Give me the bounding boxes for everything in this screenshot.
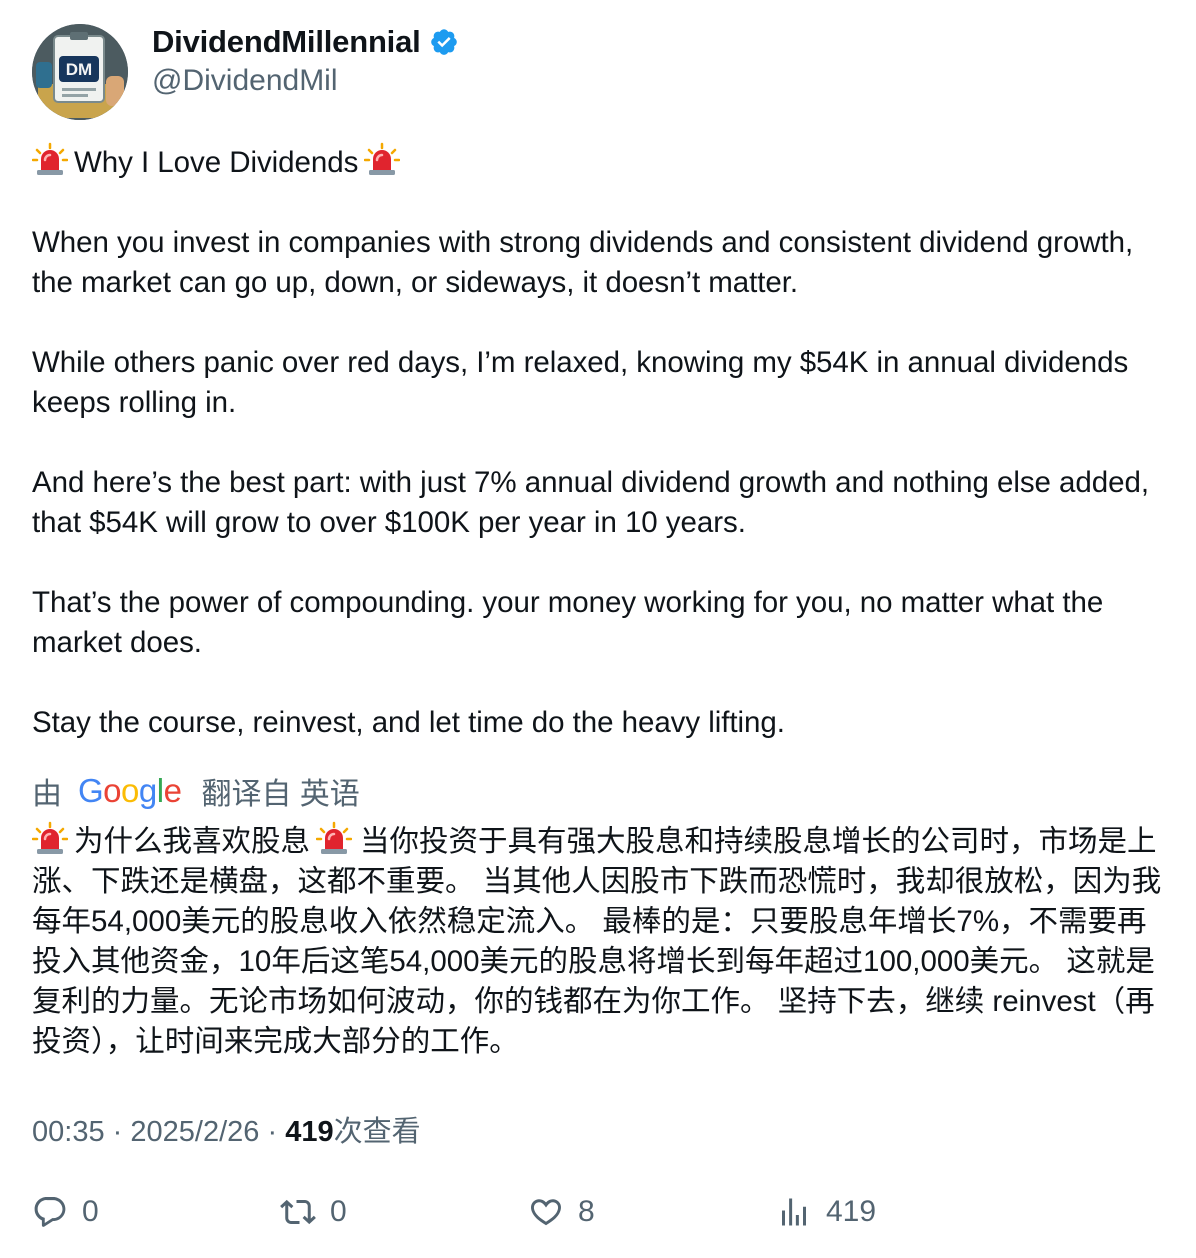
police-light-siren-icon: [31, 142, 69, 178]
tweet-title: Why I Love Dividends: [74, 146, 359, 179]
translation-attribution[interactable]: 由 Google 翻译自 英语: [32, 771, 1166, 811]
avatar[interactable]: DM: [32, 24, 128, 120]
reply-icon: [34, 1197, 66, 1227]
heart-icon: [531, 1199, 561, 1226]
like-button[interactable]: 8: [528, 1188, 595, 1236]
tweet-time[interactable]: 00:35: [32, 1116, 105, 1148]
verified-badge-icon[interactable]: [429, 27, 459, 57]
views-action-count: 419: [826, 1195, 877, 1228]
tweet-body: Why I Love Dividends When you invest in …: [31, 142, 1166, 743]
meta-separator: ·: [267, 1116, 278, 1148]
google-logo: Google: [78, 772, 182, 809]
translation-suffix: 翻译自 英语: [201, 778, 360, 811]
handle[interactable]: @DividendMil: [152, 64, 459, 98]
display-name-row: DividendMillennial: [152, 24, 459, 60]
tweet-paragraph: Stay the course, reinvest, and let time …: [32, 706, 785, 739]
meta-separator: ·: [112, 1116, 123, 1148]
tweet-paragraph: And here’s the best part: with just 7% a…: [32, 466, 1149, 539]
like-count: 8: [578, 1195, 595, 1228]
retweet-icon: [280, 1199, 316, 1225]
reply-count: 0: [82, 1195, 99, 1228]
translation-prefix: 由: [32, 778, 62, 811]
police-light-siren-icon: [315, 821, 353, 857]
translated-title: 为什么我喜欢股息: [74, 825, 311, 858]
tweet-header: DM DividendMillennial @DividendMil: [32, 24, 1166, 120]
views-button[interactable]: 419: [776, 1188, 876, 1236]
tweet-title-line: Why I Love Dividends: [31, 142, 1166, 183]
tweet-paragraph: While others panic over red days, I’m re…: [32, 346, 1129, 419]
views-count: 419: [285, 1116, 334, 1148]
tweet-paragraph: When you invest in companies with strong…: [32, 226, 1134, 299]
retweet-button[interactable]: 0: [280, 1188, 347, 1236]
tweet-paragraph: That’s the power of compounding. your mo…: [32, 586, 1104, 659]
action-bar: 0 0 8 419: [32, 1188, 1132, 1236]
avatar-monogram: DM: [66, 60, 92, 79]
analytics-icon: [782, 1198, 806, 1226]
police-light-siren-icon: [31, 821, 69, 857]
translated-text: 为什么我喜欢股息 当你投资于具有强大股息和持续股息增长的公司时，市场是上涨、下跌…: [31, 821, 1166, 1062]
avatar-image: DM: [32, 24, 128, 120]
tweet-meta: 00:35 · 2025/2/26 · 419次查看: [32, 1112, 1166, 1152]
display-name[interactable]: DividendMillennial: [152, 24, 421, 60]
reply-button[interactable]: 0: [32, 1188, 99, 1236]
retweet-count: 0: [330, 1195, 347, 1228]
translated-body: 当你投资于具有强大股息和持续股息增长的公司时，市场是上涨、下跌还是横盘，这都不重…: [32, 825, 1162, 1058]
views-label: 次查看: [333, 1116, 421, 1148]
tweet-date[interactable]: 2025/2/26: [130, 1116, 259, 1148]
tweet-card: DM DividendMillennial @DividendMil Why I…: [31, 24, 1166, 1152]
author-names: DividendMillennial @DividendMil: [152, 24, 459, 98]
police-light-siren-icon: [364, 142, 401, 178]
